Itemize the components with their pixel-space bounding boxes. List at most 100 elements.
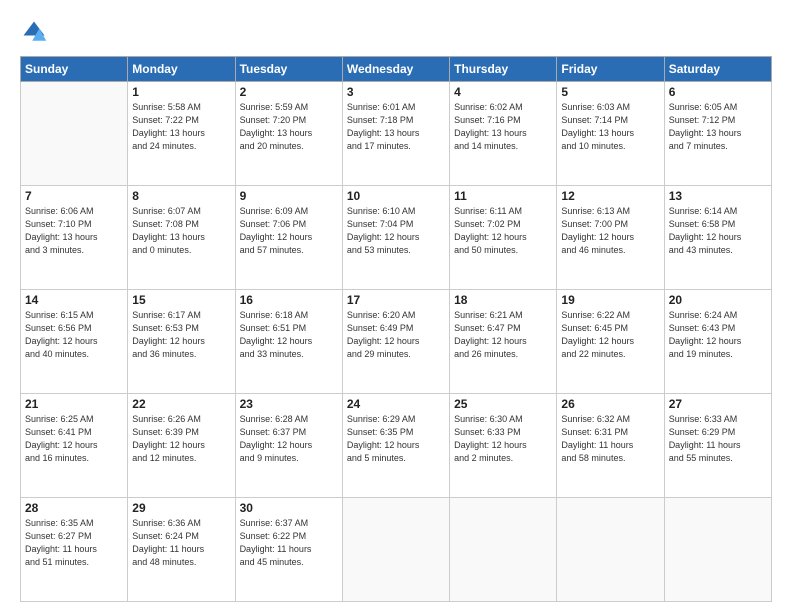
day-info: Sunrise: 6:18 AM Sunset: 6:51 PM Dayligh…	[240, 309, 338, 361]
day-info: Sunrise: 6:07 AM Sunset: 7:08 PM Dayligh…	[132, 205, 230, 257]
calendar-cell: 10Sunrise: 6:10 AM Sunset: 7:04 PM Dayli…	[342, 186, 449, 290]
calendar-cell: 21 Sunrise: 6:25 AM Sunset: 6:41 PM Dayli…	[21, 394, 128, 498]
day-number: 24	[347, 397, 445, 411]
day-info: Sunrise: 6:32 AM Sunset: 6:31 PM Dayligh…	[561, 413, 659, 465]
day-number: 3	[347, 85, 445, 99]
weekday-header-thursday: Thursday	[450, 57, 557, 82]
week-row-4: 21 Sunrise: 6:25 AM Sunset: 6:41 PM Dayli…	[21, 394, 772, 498]
day-info: Sunrise: 6:09 AM Sunset: 7:06 PM Dayligh…	[240, 205, 338, 257]
weekday-header-saturday: Saturday	[664, 57, 771, 82]
calendar-cell: 20 Sunrise: 6:24 AM Sunset: 6:43 PM Dayli…	[664, 290, 771, 394]
calendar-cell: 8Sunrise: 6:07 AM Sunset: 7:08 PM Daylig…	[128, 186, 235, 290]
day-number: 6	[669, 85, 767, 99]
day-info: Sunrise: 6:13 AM Sunset: 7:00 PM Dayligh…	[561, 205, 659, 257]
calendar-cell: 11 Sunrise: 6:11 AM Sunset: 7:02 PM Dayli…	[450, 186, 557, 290]
calendar-cell: 13 Sunrise: 6:14 AM Sunset: 6:58 PM Dayli…	[664, 186, 771, 290]
calendar-cell	[21, 82, 128, 186]
day-number: 12	[561, 189, 659, 203]
calendar-cell: 30Sunrise: 6:37 AM Sunset: 6:22 PM Dayli…	[235, 498, 342, 602]
calendar-table: SundayMondayTuesdayWednesdayThursdayFrid…	[20, 56, 772, 602]
day-number: 15	[132, 293, 230, 307]
day-number: 7	[25, 189, 123, 203]
week-row-1: 1 Sunrise: 5:58 AM Sunset: 7:22 PM Daylig…	[21, 82, 772, 186]
calendar-cell: 23 Sunrise: 6:28 AM Sunset: 6:37 PM Dayli…	[235, 394, 342, 498]
day-number: 29	[132, 501, 230, 515]
day-info: Sunrise: 6:36 AM Sunset: 6:24 PM Dayligh…	[132, 517, 230, 569]
day-info: Sunrise: 6:25 AM Sunset: 6:41 PM Dayligh…	[25, 413, 123, 465]
week-row-5: 28 Sunrise: 6:35 AM Sunset: 6:27 PM Dayli…	[21, 498, 772, 602]
day-info: Sunrise: 6:15 AM Sunset: 6:56 PM Dayligh…	[25, 309, 123, 361]
day-info: Sunrise: 6:02 AM Sunset: 7:16 PM Dayligh…	[454, 101, 552, 153]
weekday-header-monday: Monday	[128, 57, 235, 82]
calendar-cell	[557, 498, 664, 602]
day-info: Sunrise: 5:58 AM Sunset: 7:22 PM Dayligh…	[132, 101, 230, 153]
calendar-cell: 17 Sunrise: 6:20 AM Sunset: 6:49 PM Dayli…	[342, 290, 449, 394]
day-number: 13	[669, 189, 767, 203]
logo	[20, 18, 52, 46]
day-number: 16	[240, 293, 338, 307]
day-info: Sunrise: 6:22 AM Sunset: 6:45 PM Dayligh…	[561, 309, 659, 361]
day-number: 4	[454, 85, 552, 99]
calendar-cell: 25 Sunrise: 6:30 AM Sunset: 6:33 PM Dayli…	[450, 394, 557, 498]
weekday-header-wednesday: Wednesday	[342, 57, 449, 82]
week-row-2: 7 Sunrise: 6:06 AM Sunset: 7:10 PM Daylig…	[21, 186, 772, 290]
day-info: Sunrise: 6:21 AM Sunset: 6:47 PM Dayligh…	[454, 309, 552, 361]
day-number: 17	[347, 293, 445, 307]
day-info: Sunrise: 5:59 AM Sunset: 7:20 PM Dayligh…	[240, 101, 338, 153]
day-info: Sunrise: 6:26 AM Sunset: 6:39 PM Dayligh…	[132, 413, 230, 465]
week-row-3: 14Sunrise: 6:15 AM Sunset: 6:56 PM Dayli…	[21, 290, 772, 394]
calendar-cell: 15 Sunrise: 6:17 AM Sunset: 6:53 PM Dayli…	[128, 290, 235, 394]
day-info: Sunrise: 6:03 AM Sunset: 7:14 PM Dayligh…	[561, 101, 659, 153]
calendar-cell: 3 Sunrise: 6:01 AM Sunset: 7:18 PM Daylig…	[342, 82, 449, 186]
day-number: 21	[25, 397, 123, 411]
day-info: Sunrise: 6:17 AM Sunset: 6:53 PM Dayligh…	[132, 309, 230, 361]
calendar-cell: 4 Sunrise: 6:02 AM Sunset: 7:16 PM Daylig…	[450, 82, 557, 186]
calendar-cell: 9Sunrise: 6:09 AM Sunset: 7:06 PM Daylig…	[235, 186, 342, 290]
day-info: Sunrise: 6:30 AM Sunset: 6:33 PM Dayligh…	[454, 413, 552, 465]
day-info: Sunrise: 6:20 AM Sunset: 6:49 PM Dayligh…	[347, 309, 445, 361]
day-info: Sunrise: 6:14 AM Sunset: 6:58 PM Dayligh…	[669, 205, 767, 257]
weekday-header-friday: Friday	[557, 57, 664, 82]
calendar-cell: 12 Sunrise: 6:13 AM Sunset: 7:00 PM Dayli…	[557, 186, 664, 290]
calendar-cell: 7 Sunrise: 6:06 AM Sunset: 7:10 PM Daylig…	[21, 186, 128, 290]
calendar-cell: 28 Sunrise: 6:35 AM Sunset: 6:27 PM Dayli…	[21, 498, 128, 602]
calendar-cell: 6 Sunrise: 6:05 AM Sunset: 7:12 PM Daylig…	[664, 82, 771, 186]
calendar-cell: 26 Sunrise: 6:32 AM Sunset: 6:31 PM Dayli…	[557, 394, 664, 498]
calendar-cell: 14Sunrise: 6:15 AM Sunset: 6:56 PM Dayli…	[21, 290, 128, 394]
day-number: 27	[669, 397, 767, 411]
day-number: 30	[240, 501, 338, 515]
day-number: 2	[240, 85, 338, 99]
day-number: 20	[669, 293, 767, 307]
day-number: 18	[454, 293, 552, 307]
calendar-page: SundayMondayTuesdayWednesdayThursdayFrid…	[0, 0, 792, 612]
calendar-cell: 24 Sunrise: 6:29 AM Sunset: 6:35 PM Dayli…	[342, 394, 449, 498]
day-number: 25	[454, 397, 552, 411]
calendar-cell: 19Sunrise: 6:22 AM Sunset: 6:45 PM Dayli…	[557, 290, 664, 394]
day-info: Sunrise: 6:24 AM Sunset: 6:43 PM Dayligh…	[669, 309, 767, 361]
day-info: Sunrise: 6:29 AM Sunset: 6:35 PM Dayligh…	[347, 413, 445, 465]
day-number: 10	[347, 189, 445, 203]
day-number: 5	[561, 85, 659, 99]
day-info: Sunrise: 6:28 AM Sunset: 6:37 PM Dayligh…	[240, 413, 338, 465]
day-number: 26	[561, 397, 659, 411]
day-info: Sunrise: 6:05 AM Sunset: 7:12 PM Dayligh…	[669, 101, 767, 153]
day-number: 23	[240, 397, 338, 411]
weekday-header-row: SundayMondayTuesdayWednesdayThursdayFrid…	[21, 57, 772, 82]
day-info: Sunrise: 6:06 AM Sunset: 7:10 PM Dayligh…	[25, 205, 123, 257]
calendar-cell: 5 Sunrise: 6:03 AM Sunset: 7:14 PM Daylig…	[557, 82, 664, 186]
day-info: Sunrise: 6:33 AM Sunset: 6:29 PM Dayligh…	[669, 413, 767, 465]
day-info: Sunrise: 6:35 AM Sunset: 6:27 PM Dayligh…	[25, 517, 123, 569]
weekday-header-tuesday: Tuesday	[235, 57, 342, 82]
calendar-cell	[664, 498, 771, 602]
calendar-cell: 22Sunrise: 6:26 AM Sunset: 6:39 PM Dayli…	[128, 394, 235, 498]
day-number: 1	[132, 85, 230, 99]
calendar-cell: 16 Sunrise: 6:18 AM Sunset: 6:51 PM Dayli…	[235, 290, 342, 394]
calendar-cell: 18 Sunrise: 6:21 AM Sunset: 6:47 PM Dayli…	[450, 290, 557, 394]
day-number: 11	[454, 189, 552, 203]
header	[20, 18, 772, 46]
day-info: Sunrise: 6:11 AM Sunset: 7:02 PM Dayligh…	[454, 205, 552, 257]
calendar-cell	[342, 498, 449, 602]
weekday-header-sunday: Sunday	[21, 57, 128, 82]
day-info: Sunrise: 6:01 AM Sunset: 7:18 PM Dayligh…	[347, 101, 445, 153]
day-number: 28	[25, 501, 123, 515]
